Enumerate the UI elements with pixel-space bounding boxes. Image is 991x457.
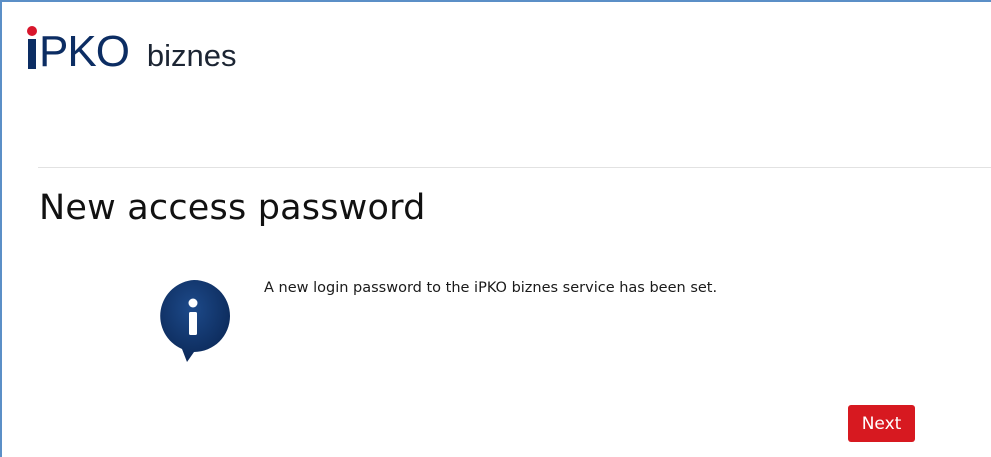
success-message: A new login password to the iPKO biznes … — [264, 280, 718, 296]
page-frame: PKO biznes New access password A new log… — [0, 0, 991, 457]
logo-dot — [27, 26, 37, 36]
page-title: New access password — [39, 188, 426, 228]
logo-biznes-text: biznes — [146, 38, 237, 73]
next-button[interactable]: Next — [848, 405, 915, 442]
ipko-biznes-logo: PKO biznes — [26, 24, 237, 76]
logo-stem — [28, 39, 36, 69]
header-divider — [38, 167, 991, 168]
info-icon — [160, 280, 230, 362]
logo-pko-text: PKO — [39, 27, 130, 76]
logo-i-mark — [26, 24, 38, 69]
